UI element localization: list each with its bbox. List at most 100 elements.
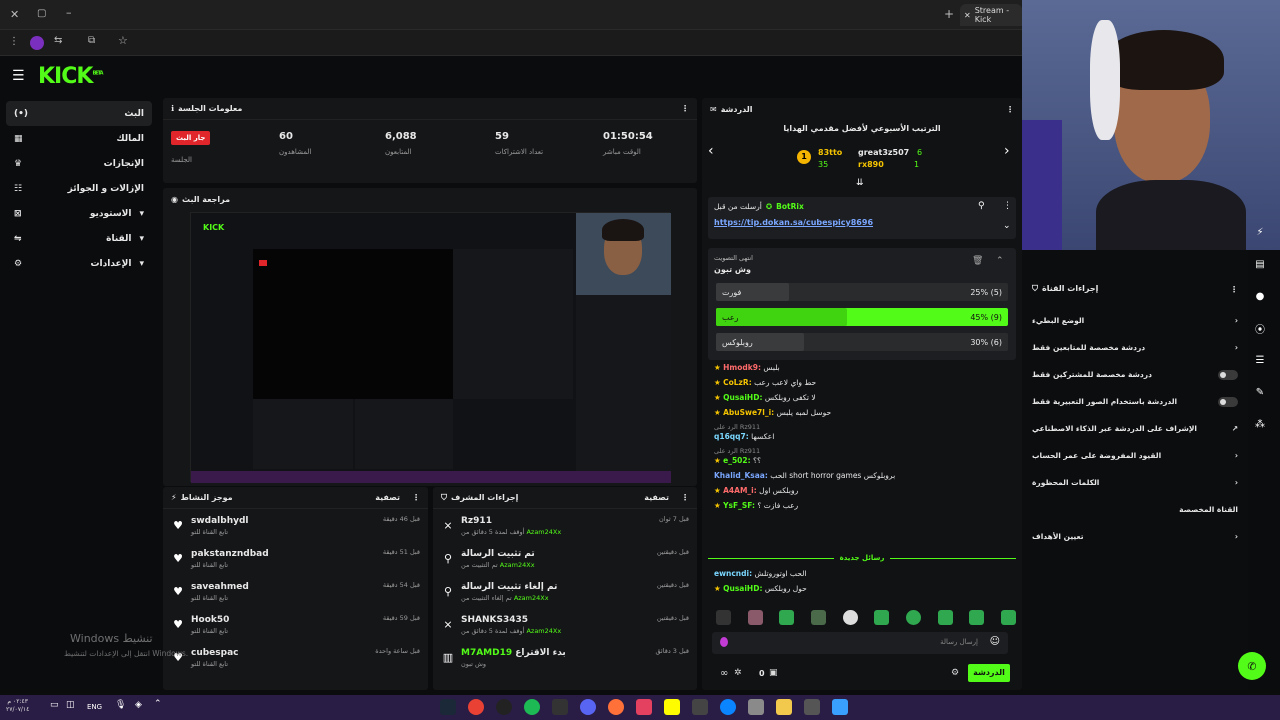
- discord-icon[interactable]: [580, 699, 596, 715]
- more-options-icon[interactable]: ⋮: [681, 493, 689, 502]
- more-options-icon[interactable]: ⋮: [1230, 285, 1238, 294]
- activity-row[interactable]: ♥ pakstanzndbad تابع القناة للتو قبل 51 دقي…: [163, 542, 428, 575]
- extensions-icon[interactable]: ⇆: [54, 35, 62, 46]
- chat-message[interactable]: ewncndi: الحب اوتوروتلش: [708, 566, 1016, 581]
- chat-message[interactable]: ★ QusaiHD: حول روبلكس: [708, 581, 1016, 596]
- steam-icon[interactable]: [440, 699, 456, 715]
- leader-2-name[interactable]: great3z507: [858, 148, 909, 157]
- instagram-icon[interactable]: [636, 699, 652, 715]
- snapchat-icon[interactable]: [664, 699, 680, 715]
- settings-cog-icon[interactable]: ✲: [734, 668, 742, 678]
- sidebar-item-achievements[interactable]: الإنجازات ♛: [6, 151, 152, 176]
- sidebar-item-owner[interactable]: المالك ▦: [6, 126, 152, 151]
- send-chat-button[interactable]: الدردشة: [968, 664, 1010, 682]
- chat-message[interactable]: ★ e_502: ؟؟: [708, 455, 1016, 468]
- app-icon[interactable]: [692, 699, 708, 715]
- file-explorer-icon[interactable]: [776, 699, 792, 715]
- more-options-icon[interactable]: ⋮: [1003, 201, 1012, 211]
- emote[interactable]: [810, 610, 826, 625]
- leader-1-name[interactable]: 83tto: [818, 148, 842, 157]
- channel-action-ai-moderation[interactable]: الإشراف على الدردشة عبر الذكاء الاصطناعي…: [1022, 415, 1248, 442]
- network-icon[interactable]: ◫: [66, 700, 75, 710]
- share-icon[interactable]: ⁂: [1250, 414, 1270, 434]
- chevron-up-icon[interactable]: ⌃: [154, 699, 162, 709]
- channel-action-banned-words[interactable]: الكلمات المحظورة ›: [1022, 469, 1248, 496]
- chat-settings-icon[interactable]: ⚙: [951, 668, 959, 678]
- channel-action-goals[interactable]: تعيين الأهداف ›: [1022, 523, 1248, 550]
- emote[interactable]: [969, 610, 985, 625]
- emote[interactable]: [716, 610, 731, 625]
- channel-action-emotes-only[interactable]: الدردشة باستخدام الصور التعبيرية فقط: [1022, 388, 1248, 415]
- channel-action-custom-channel[interactable]: القناة المخصصة: [1022, 496, 1248, 523]
- emote[interactable]: [747, 610, 763, 625]
- spotify-icon[interactable]: [524, 699, 540, 715]
- chevron-down-icon[interactable]: ⌄: [1003, 221, 1011, 231]
- mod-action-row[interactable]: ▥ M7AMD19 بدء الاقتراع وش تبون قبل 3 دقائق: [433, 641, 697, 674]
- chevron-left-icon[interactable]: ‹: [708, 143, 714, 159]
- activity-row[interactable]: ♥ saveahmed تابع القناة للتو قبل 54 دقيقة: [163, 575, 428, 608]
- chevron-right-icon[interactable]: ›: [1004, 143, 1010, 159]
- sidebar-item-settings[interactable]: ▾ الإعدادات ⚙: [6, 251, 152, 276]
- support-fab[interactable]: ✆: [1238, 652, 1266, 680]
- emoji-picker-icon[interactable]: [720, 637, 728, 647]
- sidebar-item-rewards[interactable]: الإزالات و الجوائز ☷: [6, 176, 152, 201]
- more-options-icon[interactable]: ⋮: [1006, 105, 1014, 114]
- language-indicator[interactable]: ENG: [87, 703, 102, 711]
- list-icon[interactable]: ☰: [1250, 350, 1270, 370]
- gift-icon[interactable]: ▣: [769, 668, 778, 678]
- maximize-icon[interactable]: ▢: [37, 8, 46, 19]
- expand-leaderboard-icon[interactable]: ⇊: [856, 178, 864, 188]
- mod-action-row[interactable]: ⚲ تم إلغاء تثبيت الرسالة تم إلغاء التثبيت …: [433, 575, 697, 608]
- chat-message[interactable]: q16qq7: اعكسها: [708, 431, 1016, 444]
- edge-icon[interactable]: [720, 699, 736, 715]
- lightning-icon[interactable]: ⚡: [1250, 222, 1270, 242]
- profile-avatar[interactable]: [30, 36, 44, 50]
- emote[interactable]: [937, 610, 953, 625]
- chat-message[interactable]: ★ AbuSwe7l_i: حوسل لمبه يلبس: [708, 405, 1016, 420]
- sidebar-item-stream[interactable]: البث (•): [6, 101, 152, 126]
- emote[interactable]: [874, 610, 890, 625]
- chat-message[interactable]: ★ CoLzR: حط واي لاعب رعب: [708, 375, 1016, 390]
- trash-icon[interactable]: 🗑: [972, 256, 983, 266]
- chat-message[interactable]: ★ QusaiHD: لا تكفى روبلكس: [708, 390, 1016, 405]
- more-options-icon[interactable]: ⋮: [412, 493, 420, 502]
- infinity-icon[interactable]: ∞: [720, 668, 728, 679]
- store-icon[interactable]: [748, 699, 764, 715]
- leader-3-name[interactable]: rx890: [858, 160, 884, 169]
- sidebar-item-channel[interactable]: ▾ القناة ⇋: [6, 226, 152, 251]
- activity-row[interactable]: ♥ Hook50 تابع القناة للتو قبل 59 دقيقة: [163, 608, 428, 641]
- chat-message[interactable]: ★ A4AM_i: روبلكس اول: [708, 483, 1016, 498]
- stream-video-player[interactable]: KICK: [190, 212, 671, 483]
- microphone-icon[interactable]: 🎙: [115, 700, 126, 710]
- document-icon[interactable]: ▤: [1250, 254, 1270, 274]
- taskbar-clock[interactable]: ٠٢:٤٣ م ٢٧/٠٧/١٤: [6, 698, 29, 714]
- activity-row[interactable]: ♥ cubespac تابع القناة للتو قبل ساعة واحدة: [163, 641, 428, 674]
- terminal-icon[interactable]: [552, 699, 568, 715]
- new-messages-divider[interactable]: رسائل جديدة: [708, 554, 1016, 562]
- firefox-icon[interactable]: [608, 699, 624, 715]
- filter-button[interactable]: تصفية: [644, 493, 669, 502]
- filter-button[interactable]: تصفية: [375, 493, 400, 502]
- emote[interactable]: [779, 610, 795, 625]
- channel-action-followers-only[interactable]: دردشة مخصصة للمتابعين فقط ›: [1022, 334, 1248, 361]
- emote[interactable]: [842, 610, 858, 625]
- minimize-icon[interactable]: –: [66, 6, 72, 19]
- channel-action-subscribers-only[interactable]: دردشة مخصصة للمشتركين فقط: [1022, 361, 1248, 388]
- close-tab-icon[interactable]: ✕: [964, 11, 971, 20]
- channel-action-slow-mode[interactable]: الوضع البطيء ›: [1022, 307, 1248, 334]
- channel-action-account-age[interactable]: القيود المفروضة على عمر الحساب ›: [1022, 442, 1248, 469]
- close-window-icon[interactable]: ✕: [10, 8, 19, 21]
- mod-action-row[interactable]: ⨯ Rz911 أوقف لمدة 5 دقائق من Azam24Xx قبل 7…: [433, 509, 697, 542]
- mod-action-row[interactable]: ⚲ تم تثبيت الرسالة تم التثبيت من Azam24Xx ق…: [433, 542, 697, 575]
- kick-logo[interactable]: KICKBETA: [38, 64, 104, 89]
- chat-bubble-icon[interactable]: ●: [1250, 286, 1270, 306]
- chat-message[interactable]: ★ YsF_SF: رعب فازت ؟: [708, 498, 1016, 513]
- pinned-link[interactable]: https://tip.dokan.sa/cubespicy8696: [714, 218, 873, 227]
- activity-row[interactable]: ♥ swdalbhydl تابع القناة للتو قبل 46 دقيقة: [163, 509, 428, 542]
- emote[interactable]: [905, 610, 921, 625]
- new-tab-icon[interactable]: +: [944, 7, 954, 21]
- more-options-icon[interactable]: ⋮: [681, 104, 689, 113]
- smiley-icon[interactable]: ☺: [990, 636, 1000, 647]
- chrome-icon[interactable]: [468, 699, 484, 715]
- windows-start-icon[interactable]: [832, 699, 848, 715]
